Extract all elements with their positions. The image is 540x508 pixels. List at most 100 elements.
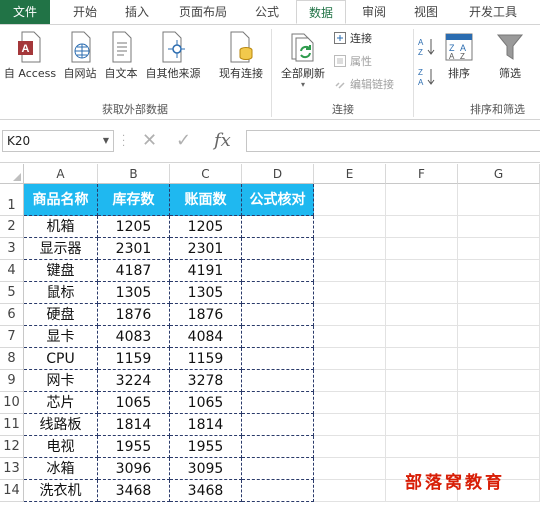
table-cell[interactable] [242, 436, 314, 458]
empty-cell[interactable] [314, 184, 386, 216]
table-cell[interactable] [242, 458, 314, 480]
from-other-sources-button[interactable]: 自其他来源 [142, 31, 204, 81]
table-cell[interactable]: 3224 [98, 370, 170, 392]
empty-cell[interactable] [314, 458, 386, 480]
name-box-dropdown-icon[interactable]: ▼ [103, 131, 109, 151]
row-header-12[interactable]: 12 [0, 436, 24, 458]
table-cell[interactable] [242, 414, 314, 436]
cancel-icon[interactable]: ✕ [142, 130, 157, 152]
empty-cell[interactable] [314, 436, 386, 458]
table-cell[interactable]: 4083 [98, 326, 170, 348]
empty-cell[interactable] [314, 304, 386, 326]
empty-cell[interactable] [386, 216, 458, 238]
empty-cell[interactable] [458, 436, 540, 458]
row-header-9[interactable]: 9 [0, 370, 24, 392]
formula-input[interactable] [246, 130, 540, 152]
table-header-cell[interactable]: 商品名称 [24, 184, 98, 216]
table-cell[interactable] [242, 392, 314, 414]
empty-cell[interactable] [458, 216, 540, 238]
filter-button[interactable]: 筛选 [492, 31, 528, 81]
empty-cell[interactable] [314, 326, 386, 348]
empty-cell[interactable] [386, 304, 458, 326]
row-header-3[interactable]: 3 [0, 238, 24, 260]
table-cell[interactable]: 1814 [170, 414, 242, 436]
empty-cell[interactable] [386, 238, 458, 260]
table-cell[interactable]: 3096 [98, 458, 170, 480]
refresh-all-button[interactable]: 全部刷新 ▾ [276, 31, 330, 89]
row-header-11[interactable]: 11 [0, 414, 24, 436]
empty-cell[interactable] [386, 436, 458, 458]
empty-cell[interactable] [458, 184, 540, 216]
empty-cell[interactable] [314, 392, 386, 414]
row-header-1[interactable]: 1 [0, 184, 24, 216]
tab-page-layout[interactable]: 页面布局 [170, 0, 236, 24]
empty-cell[interactable] [458, 282, 540, 304]
row-header-13[interactable]: 13 [0, 458, 24, 480]
table-cell[interactable]: 4084 [170, 326, 242, 348]
table-cell[interactable]: 1159 [170, 348, 242, 370]
row-header-6[interactable]: 6 [0, 304, 24, 326]
select-all-corner[interactable] [0, 164, 24, 184]
formula-bar-grip-icon[interactable]: · · · [122, 132, 125, 152]
name-box[interactable]: K20 ▼ [2, 130, 114, 152]
empty-cell[interactable] [386, 260, 458, 282]
sort-descending-button[interactable]: Z A [418, 67, 436, 90]
existing-connections-button[interactable]: 现有连接 [214, 31, 268, 81]
table-cell[interactable]: 1876 [170, 304, 242, 326]
table-cell[interactable] [242, 370, 314, 392]
table-cell[interactable]: 1065 [170, 392, 242, 414]
table-cell[interactable]: 鼠标 [24, 282, 98, 304]
column-header-f[interactable]: F [386, 164, 458, 184]
table-cell[interactable]: 3468 [170, 480, 242, 502]
connections-button[interactable]: 连接 [334, 31, 372, 47]
tab-formulas[interactable]: 公式 [244, 0, 290, 24]
column-header-d[interactable]: D [242, 164, 314, 184]
table-cell[interactable]: 冰箱 [24, 458, 98, 480]
enter-check-icon[interactable]: ✓ [176, 130, 191, 152]
empty-cell[interactable] [458, 392, 540, 414]
empty-cell[interactable] [386, 282, 458, 304]
empty-cell[interactable] [314, 414, 386, 436]
table-cell[interactable]: 1205 [170, 216, 242, 238]
table-cell[interactable]: 1305 [170, 282, 242, 304]
table-cell[interactable] [242, 348, 314, 370]
empty-cell[interactable] [386, 370, 458, 392]
table-cell[interactable] [242, 326, 314, 348]
empty-cell[interactable] [314, 348, 386, 370]
table-cell[interactable]: 3278 [170, 370, 242, 392]
table-cell[interactable]: 1159 [98, 348, 170, 370]
empty-cell[interactable] [386, 184, 458, 216]
table-cell[interactable]: 1205 [98, 216, 170, 238]
table-cell[interactable]: 1065 [98, 392, 170, 414]
empty-cell[interactable] [314, 216, 386, 238]
table-cell[interactable]: 4187 [98, 260, 170, 282]
tab-insert[interactable]: 插入 [114, 0, 160, 24]
empty-cell[interactable] [458, 238, 540, 260]
tab-review[interactable]: 审阅 [352, 0, 396, 24]
table-cell[interactable]: 2301 [98, 238, 170, 260]
column-header-c[interactable]: C [170, 164, 242, 184]
row-header-4[interactable]: 4 [0, 260, 24, 282]
table-cell[interactable] [242, 216, 314, 238]
empty-cell[interactable] [314, 282, 386, 304]
empty-cell[interactable] [458, 304, 540, 326]
table-cell[interactable]: 芯片 [24, 392, 98, 414]
table-cell[interactable]: 电视 [24, 436, 98, 458]
row-header-8[interactable]: 8 [0, 348, 24, 370]
empty-cell[interactable] [386, 348, 458, 370]
empty-cell[interactable] [314, 238, 386, 260]
table-cell[interactable]: 1814 [98, 414, 170, 436]
column-header-b[interactable]: B [98, 164, 170, 184]
empty-cell[interactable] [458, 370, 540, 392]
empty-cell[interactable] [458, 326, 540, 348]
tab-developer[interactable]: 开发工具 [458, 0, 528, 24]
table-header-cell[interactable]: 库存数 [98, 184, 170, 216]
sort-button[interactable]: Z A A Z 排序 [442, 31, 476, 81]
column-header-g[interactable]: G [458, 164, 540, 184]
refresh-dropdown-icon[interactable]: ▾ [276, 81, 330, 89]
table-cell[interactable] [242, 260, 314, 282]
table-cell[interactable]: 1305 [98, 282, 170, 304]
from-web-button[interactable]: 自网站 [60, 31, 100, 81]
table-cell[interactable]: 2301 [170, 238, 242, 260]
tab-file[interactable]: 文件 [0, 0, 50, 24]
